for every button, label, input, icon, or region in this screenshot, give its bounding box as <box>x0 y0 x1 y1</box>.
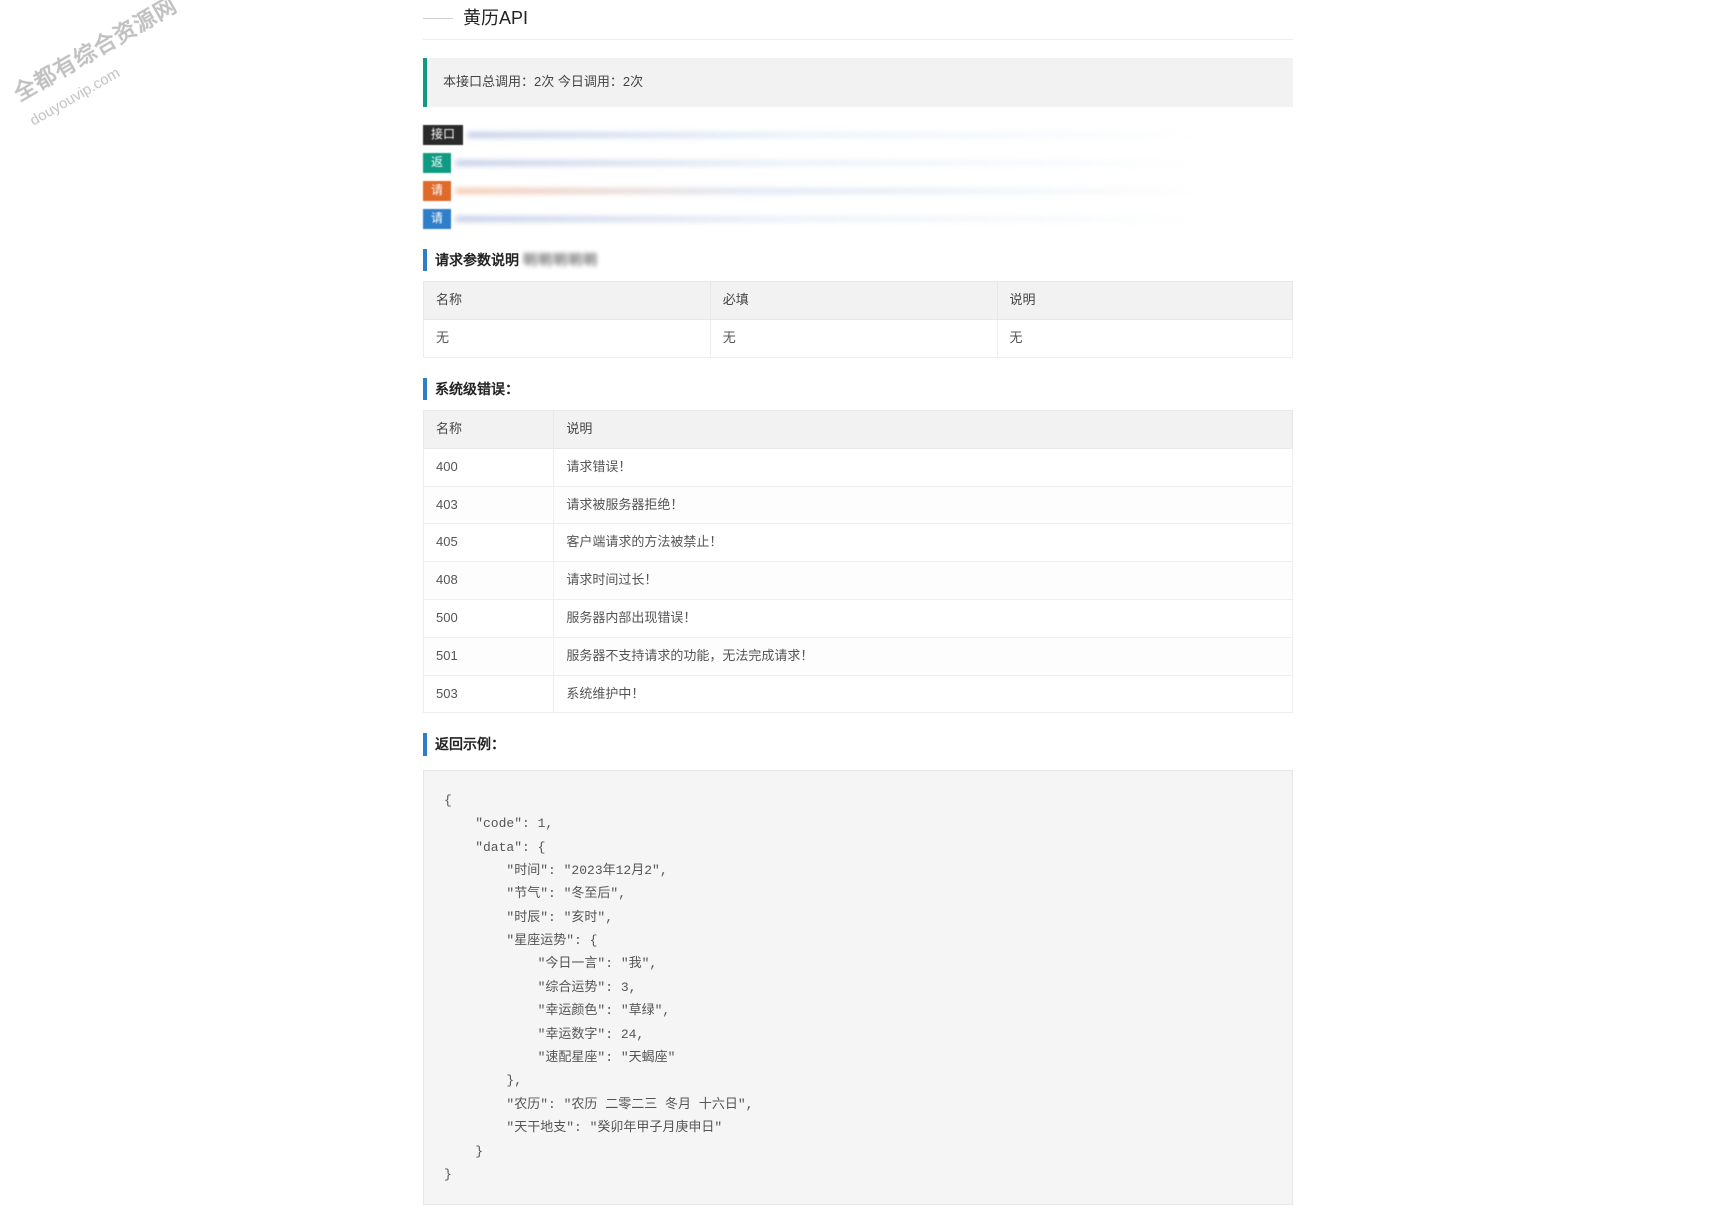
table-row: 无无无 <box>424 319 1293 357</box>
table-cell: 无 <box>710 319 997 357</box>
table-cell: 501 <box>424 637 554 675</box>
page-container: 黄历API 本接口总调用：2次 今日调用：2次 接口 返 请 请 请求参数说明明… <box>423 0 1293 1205</box>
table-row: 408请求时间过长！ <box>424 562 1293 600</box>
th-required: 必填 <box>710 281 997 319</box>
info-tag: 返 <box>423 153 451 173</box>
info-bar-request: 请 <box>423 181 1293 201</box>
info-bar-request2: 请 <box>423 209 1293 229</box>
table-cell: 系统维护中！ <box>554 675 1293 713</box>
table-cell: 请求被服务器拒绝！ <box>554 486 1293 524</box>
call-stats-bar: 本接口总调用：2次 今日调用：2次 <box>423 58 1293 107</box>
table-cell: 500 <box>424 599 554 637</box>
table-header-row: 名称 必填 说明 <box>424 281 1293 319</box>
info-bar-return: 返 <box>423 153 1293 173</box>
info-bars-group: 接口 返 请 请 <box>423 125 1293 229</box>
blurred-text-icon: 明明明明明 <box>523 252 598 268</box>
table-cell: 400 <box>424 448 554 486</box>
table-row: 500服务器内部出现错误！ <box>424 599 1293 637</box>
table-cell: 服务器内部出现错误！ <box>554 599 1293 637</box>
table-header-row: 名称 说明 <box>424 410 1293 448</box>
blurred-content-icon <box>455 217 1293 221</box>
blurred-content-icon <box>455 189 1293 193</box>
table-cell: 无 <box>424 319 711 357</box>
response-example-code: { "code": 1, "data": { "时间": "2023年12月2"… <box>423 770 1293 1205</box>
title-dash-icon <box>423 18 453 19</box>
info-tag: 请 <box>423 209 451 229</box>
th-desc: 说明 <box>997 281 1292 319</box>
info-tag: 请 <box>423 181 451 201</box>
table-row: 501服务器不支持请求的功能，无法完成请求！ <box>424 637 1293 675</box>
title-row: 黄历API <box>423 0 1293 40</box>
table-cell: 请求时间过长！ <box>554 562 1293 600</box>
table-cell: 服务器不支持请求的功能，无法完成请求！ <box>554 637 1293 675</box>
errors-heading: 系统级错误： <box>423 378 1293 400</box>
table-row: 403请求被服务器拒绝！ <box>424 486 1293 524</box>
page-title: 黄历API <box>463 4 528 33</box>
call-stats-text: 本接口总调用：2次 今日调用：2次 <box>443 74 643 89</box>
info-bar-endpoint: 接口 <box>423 125 1293 145</box>
table-row: 405客户端请求的方法被禁止！ <box>424 524 1293 562</box>
table-cell: 客户端请求的方法被禁止！ <box>554 524 1293 562</box>
response-heading: 返回示例： <box>423 733 1293 755</box>
table-cell: 408 <box>424 562 554 600</box>
table-cell: 403 <box>424 486 554 524</box>
table-cell: 503 <box>424 675 554 713</box>
watermark-line2: douyouvip.com <box>26 20 197 133</box>
th-name: 名称 <box>424 410 554 448</box>
table-cell: 请求错误！ <box>554 448 1293 486</box>
table-row: 503系统维护中！ <box>424 675 1293 713</box>
blurred-content-icon <box>455 161 1293 165</box>
th-desc: 说明 <box>554 410 1293 448</box>
table-row: 400请求错误！ <box>424 448 1293 486</box>
info-tag: 接口 <box>423 125 463 145</box>
params-table: 名称 必填 说明 无无无 <box>423 281 1293 358</box>
blurred-content-icon <box>467 133 1293 137</box>
th-name: 名称 <box>424 281 711 319</box>
watermark: 全都有综合资源网 douyouvip.com <box>7 0 197 133</box>
errors-table: 名称 说明 400请求错误！403请求被服务器拒绝！405客户端请求的方法被禁止… <box>423 410 1293 713</box>
params-heading: 请求参数说明明明明明明 <box>423 249 1293 271</box>
params-heading-text: 请求参数说明 <box>435 252 519 268</box>
table-cell: 405 <box>424 524 554 562</box>
watermark-line1: 全都有综合资源网 <box>10 0 182 106</box>
table-cell: 无 <box>997 319 1292 357</box>
